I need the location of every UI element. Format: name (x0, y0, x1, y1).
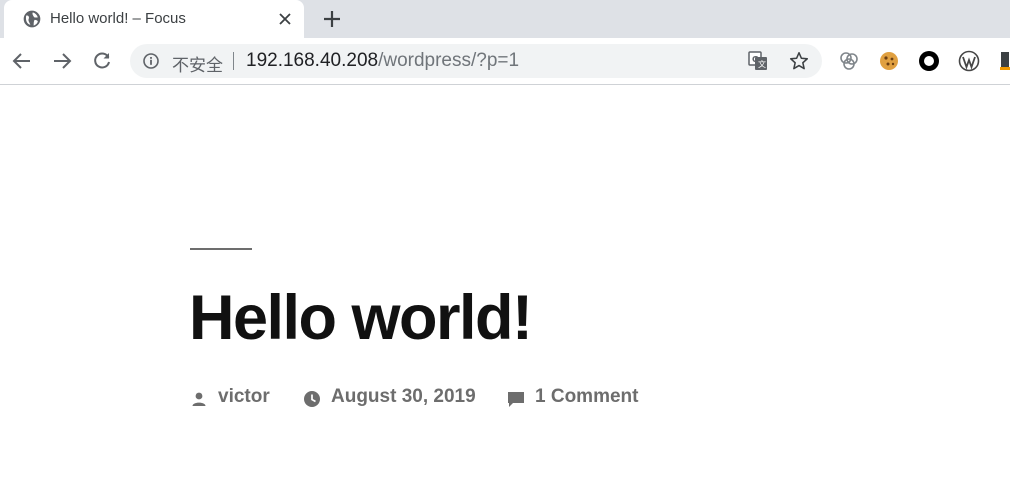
wordpress-icon[interactable] (958, 50, 980, 72)
post-title: Hello world! (189, 283, 533, 353)
clock-icon (304, 391, 320, 407)
browser-toolbar: 不安全 192.168.40.208/wordpress/?p=1 G 文 (0, 38, 1010, 85)
extension-circles-icon[interactable] (838, 50, 860, 72)
translate-icon[interactable]: G 文 (748, 51, 768, 71)
address-bar[interactable]: 不安全 192.168.40.208/wordpress/?p=1 G 文 (130, 44, 822, 78)
comment-icon (508, 392, 524, 407)
globe-icon (23, 10, 41, 28)
partial-extension-icon[interactable] (998, 50, 1010, 72)
comments-link[interactable]: 1 Comment (535, 386, 638, 408)
url-text[interactable]: 192.168.40.208/wordpress/?p=1 (246, 50, 519, 72)
svg-text:文: 文 (758, 59, 766, 69)
close-icon[interactable] (276, 10, 294, 28)
cookie-icon[interactable] (878, 50, 900, 72)
reload-icon[interactable] (90, 49, 114, 73)
info-icon[interactable] (142, 52, 160, 70)
omnibox-separator (233, 52, 234, 70)
ring-icon[interactable] (918, 50, 940, 72)
back-arrow-icon[interactable] (10, 49, 34, 73)
tab-title: Hello world! – Focus (50, 10, 186, 27)
tab-strip: Hello world! – Focus (0, 0, 1010, 38)
user-icon (192, 392, 206, 406)
active-tab[interactable]: Hello world! – Focus (4, 0, 304, 38)
url-path: /wordpress/?p=1 (378, 50, 520, 71)
url-host: 192.168.40.208 (246, 50, 379, 71)
not-secure-label: 不安全 (172, 56, 223, 76)
date-link[interactable]: August 30, 2019 (331, 386, 476, 408)
forward-arrow-icon[interactable] (50, 49, 74, 73)
title-divider (190, 248, 252, 250)
author-link[interactable]: victor (218, 386, 270, 408)
bookmark-star-icon[interactable] (788, 50, 810, 72)
new-tab-icon[interactable] (320, 7, 344, 31)
